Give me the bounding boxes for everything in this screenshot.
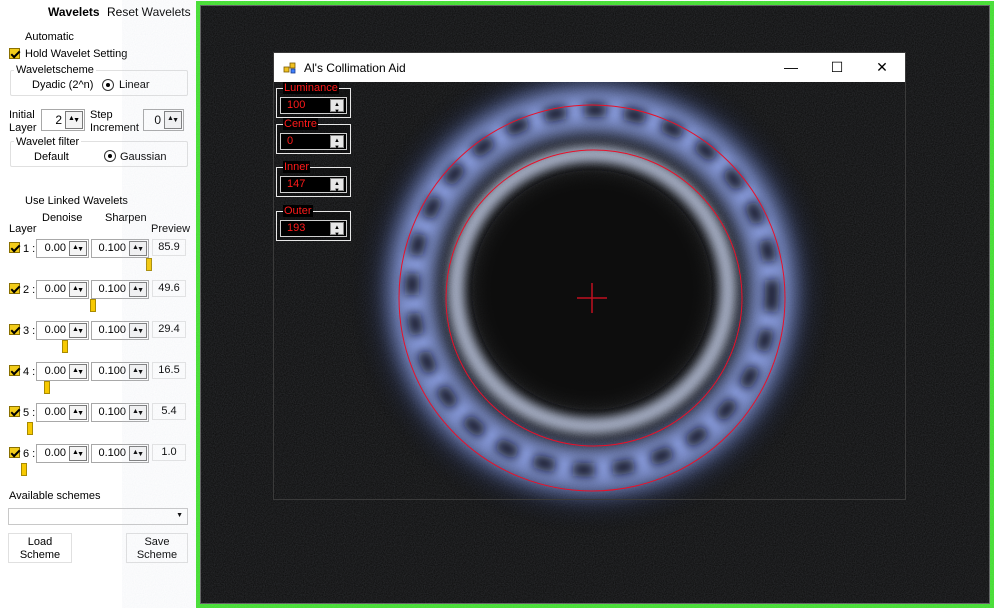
control-spin[interactable] (330, 221, 344, 243)
control-spin[interactable] (330, 134, 344, 156)
control-stepper[interactable]: 193 (280, 220, 347, 243)
collimation-aid-window[interactable]: Al's Collimation Aid — ☐ ✕ Luminance 100… (273, 52, 906, 500)
control-spin[interactable] (330, 177, 344, 199)
control-label: Centre (283, 118, 319, 130)
control-stepper[interactable]: 0 (280, 133, 347, 156)
control-stepper[interactable]: 147 (280, 176, 347, 199)
control-value: 193 (287, 222, 306, 234)
control-value: 100 (287, 99, 306, 111)
control-luminance: Luminance 100 (276, 82, 351, 120)
app-icon (283, 62, 296, 74)
maximize-button[interactable]: ☐ (814, 53, 860, 82)
control-spin[interactable] (330, 98, 344, 120)
window-titlebar[interactable]: Al's Collimation Aid — ☐ ✕ (274, 53, 905, 82)
window-title: Al's Collimation Aid (304, 61, 406, 75)
control-inner: Inner 147 (276, 161, 351, 199)
control-value: 147 (287, 178, 306, 190)
control-centre: Centre 0 (276, 118, 351, 156)
control-label: Luminance (283, 82, 339, 94)
minimize-button[interactable]: — (768, 53, 814, 82)
control-stepper[interactable]: 100 (280, 97, 347, 120)
control-value: 0 (287, 135, 294, 147)
control-label: Inner (283, 161, 311, 173)
control-label: Outer (283, 205, 313, 217)
control-outer: Outer 193 (276, 205, 351, 243)
close-button[interactable]: ✕ (859, 53, 905, 82)
